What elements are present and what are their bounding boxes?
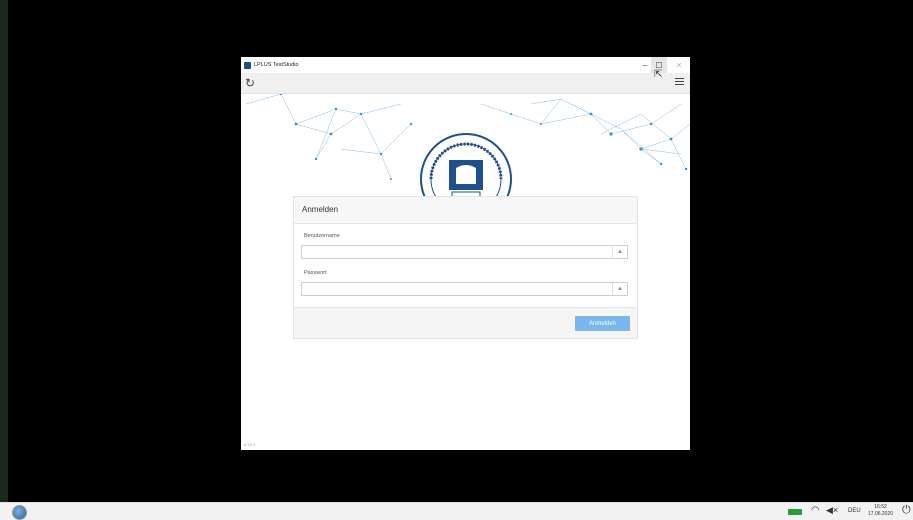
password-label: Passwort: [304, 270, 327, 276]
battery-icon[interactable]: [788, 509, 802, 515]
content-area: Anmelden Benutzername ▲ Passwort ▲ Anmel…: [241, 94, 690, 450]
system-clock[interactable]: 16:52 17.06.2020: [868, 504, 893, 518]
window-title: LPLUS TestStudio: [254, 62, 299, 68]
title-bar: LPLUS TestStudio – ☐ ✕: [241, 57, 690, 73]
power-icon[interactable]: ⏻: [902, 504, 911, 517]
password-input[interactable]: [302, 289, 620, 301]
username-input[interactable]: [302, 252, 620, 264]
keyboard-language-indicator[interactable]: DEU: [848, 508, 861, 514]
taskbar: ◠ ◀× DEU 16:52 17.06.2020 ⏻: [0, 502, 913, 520]
screen-border: [0, 0, 8, 502]
username-field[interactable]: ▲: [301, 245, 628, 264]
wifi-icon[interactable]: ◠: [811, 505, 820, 516]
login-card: Anmelden Benutzername ▲ Passwort ▲ Anmel…: [293, 196, 638, 339]
app-window: LPLUS TestStudio – ☐ ✕ ↻ ⇱ Anmelden Benu…: [241, 57, 690, 450]
start-menu-button[interactable]: [12, 505, 27, 520]
username-label: Benutzername: [304, 233, 340, 239]
password-field[interactable]: ▲: [301, 282, 628, 301]
login-button[interactable]: Anmelden: [575, 316, 630, 331]
version-label: 6.2X.1: [244, 442, 256, 447]
login-card-heading: Anmelden: [294, 197, 637, 224]
hamburger-menu-icon[interactable]: [675, 78, 684, 87]
reload-icon[interactable]: ↻: [245, 75, 255, 91]
close-button[interactable]: ✕: [671, 57, 687, 73]
lock-icon: ▲: [612, 283, 627, 295]
mouse-cursor-icon: ⇱: [654, 69, 663, 80]
app-toolbar: ↻: [241, 73, 690, 94]
clock-date: 17.06.2020: [868, 511, 894, 517]
login-card-footer: Anmelden: [294, 307, 637, 338]
volume-muted-icon[interactable]: ◀×: [826, 505, 838, 516]
clock-time: 16:52: [874, 504, 887, 510]
user-icon: ▲: [612, 246, 627, 258]
app-logo-icon: [244, 61, 251, 69]
